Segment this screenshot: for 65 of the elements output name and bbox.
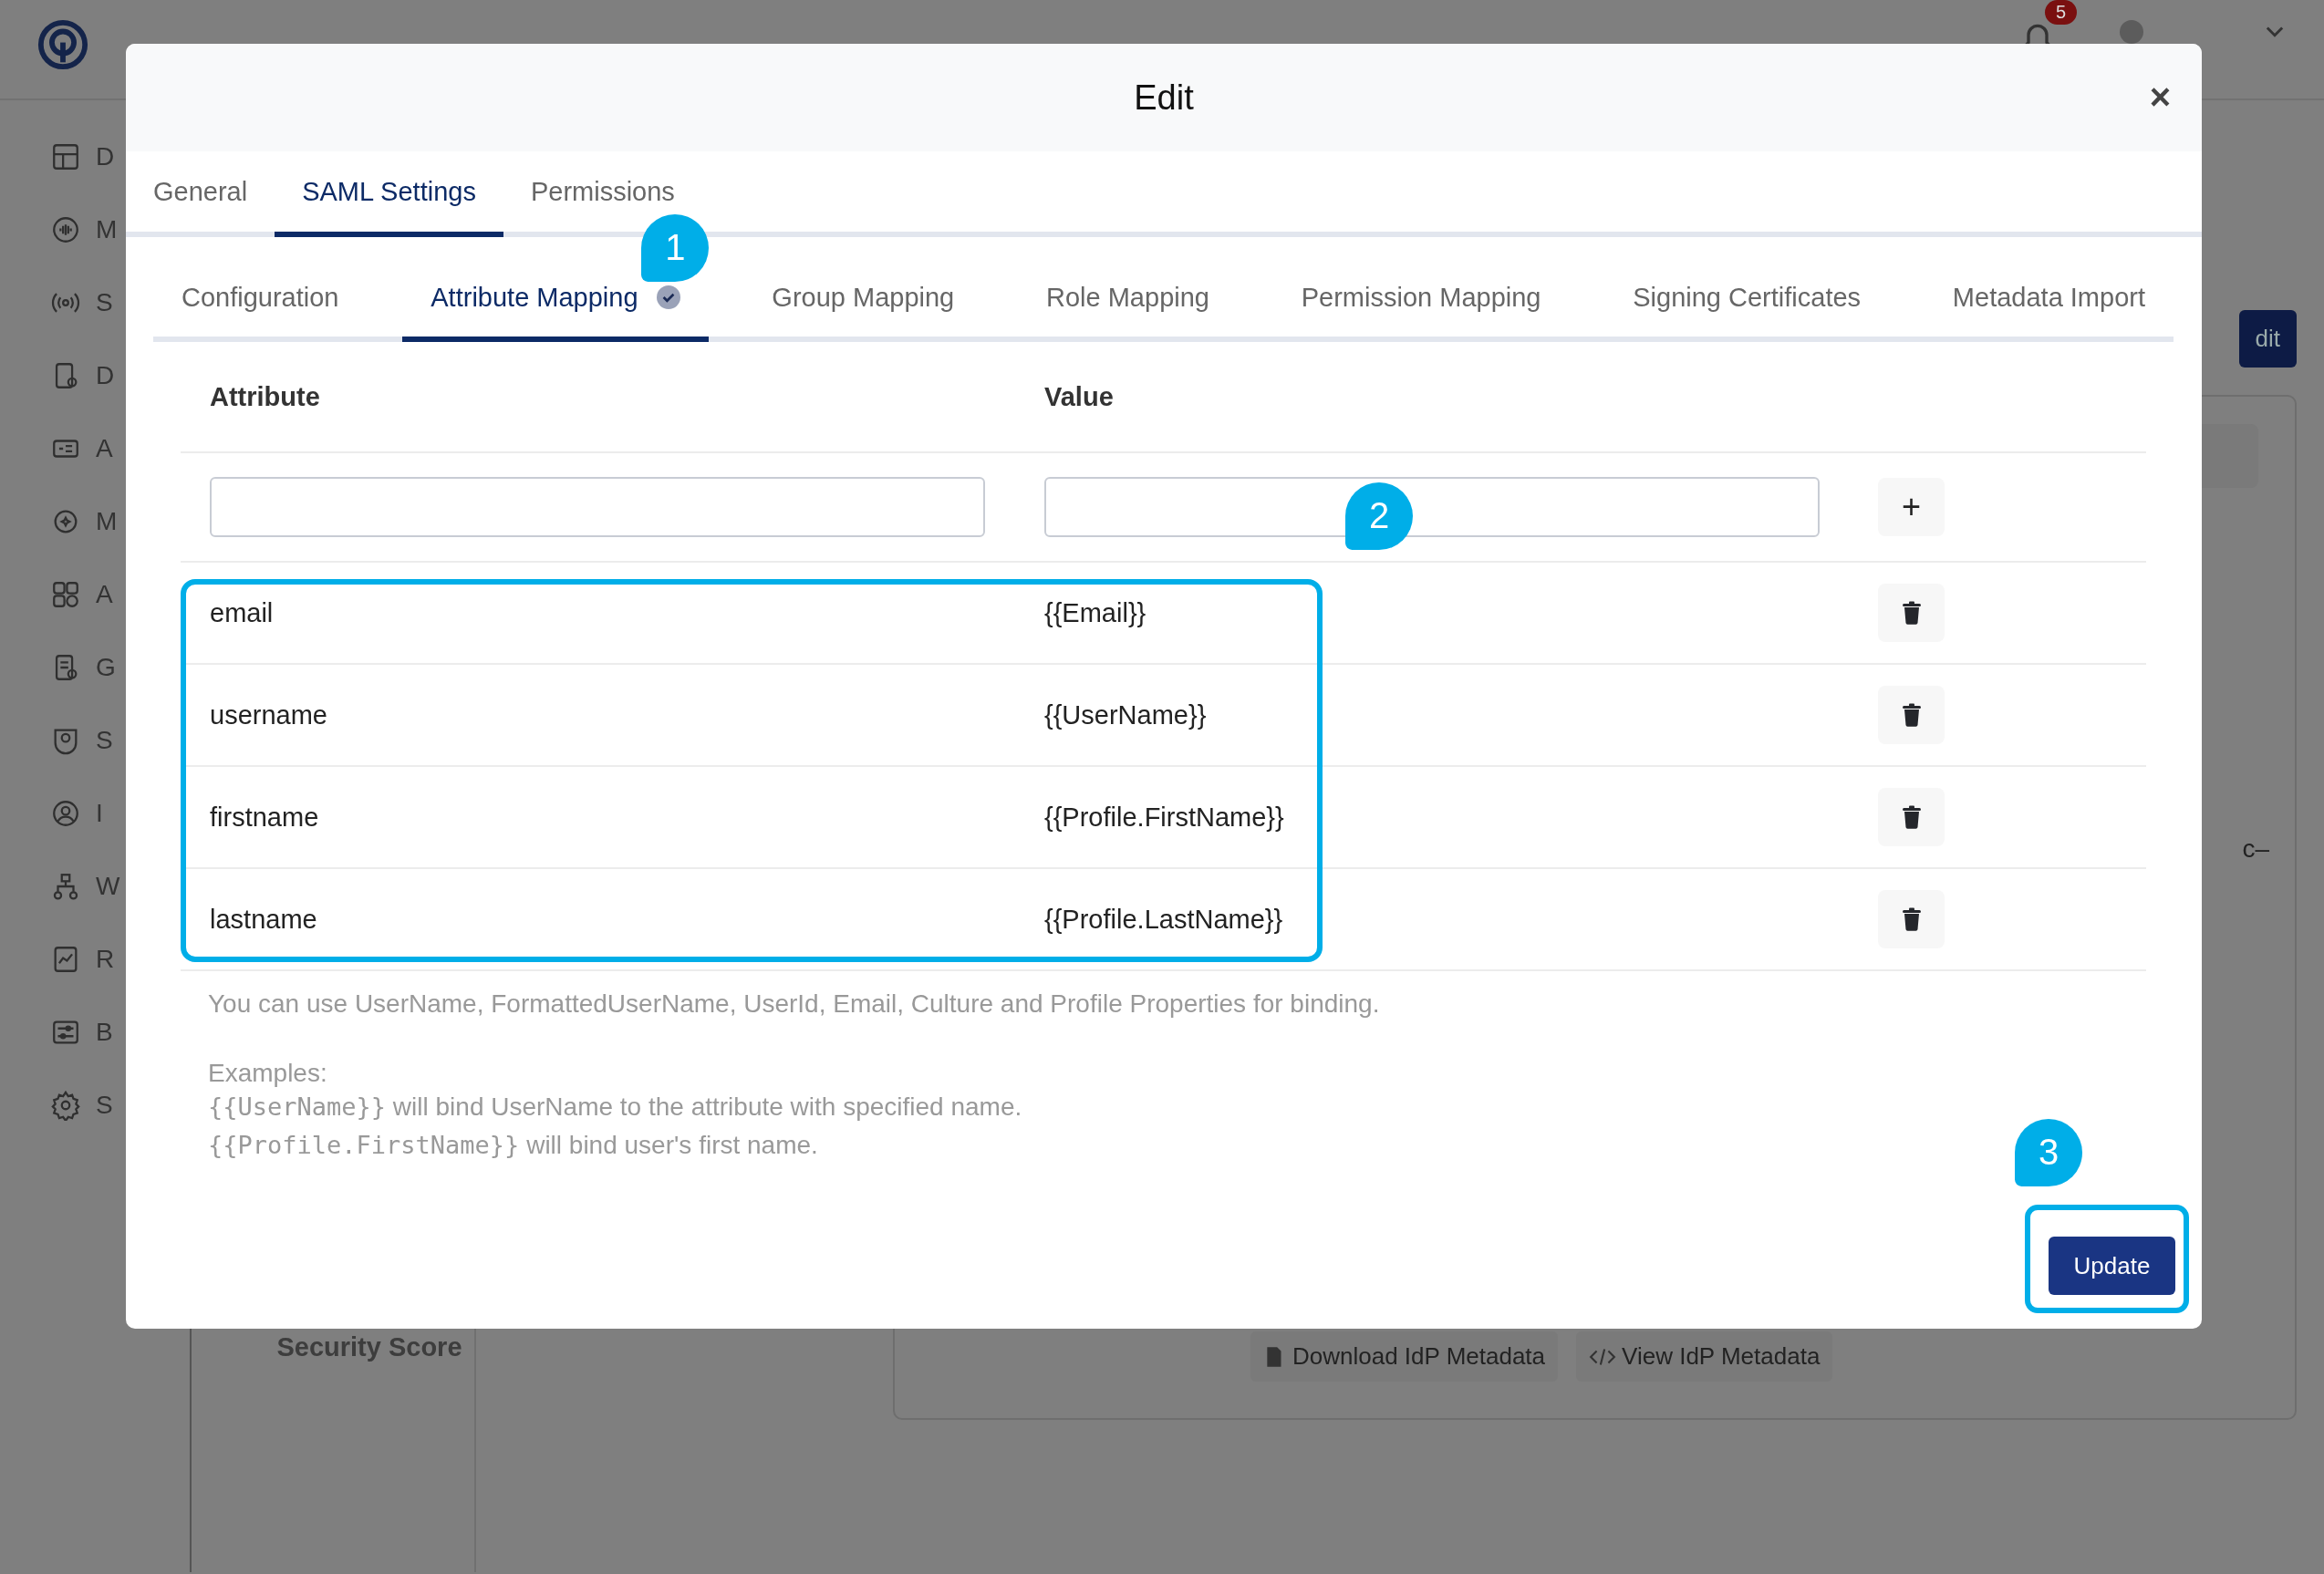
example-text: {{UserName}} will bind UserName to the attribute with specified name. (208, 1092, 1022, 1123)
add-button[interactable]: + (1878, 478, 1945, 536)
download-metadata-button[interactable]: Download IdP Metadata (1250, 1331, 1559, 1382)
trash-icon (1901, 703, 1922, 727)
subtab[interactable]: Permission Mapping (1301, 282, 1541, 313)
subtab[interactable]: Attribute Mapping (431, 282, 638, 313)
table-cell-text: {{Profile.LastName}} (1044, 904, 1284, 935)
callout-marker: 1 (641, 214, 710, 282)
table-cell-text: username (209, 699, 328, 730)
table-cell-text: {{Email}} (1044, 597, 1147, 628)
sidebar-label[interactable]: A (96, 580, 113, 609)
table-cell-text: firstname (209, 802, 320, 833)
sidebar-label[interactable]: R (96, 945, 115, 974)
tab[interactable]: SAML Settings (275, 151, 503, 237)
subtab[interactable]: Signing Certificates (1633, 282, 1862, 313)
edit-button[interactable]: dit (2238, 310, 2297, 368)
examples-label: Examples: (208, 1059, 328, 1088)
view-metadata-button[interactable]: View IdP Metadata (1576, 1331, 1833, 1382)
trash-icon (1901, 601, 1922, 625)
value-input[interactable] (1044, 477, 1820, 537)
example-text: {{Profile.FirstName}} will bind user's first name. (208, 1130, 818, 1161)
sidebar-label[interactable]: M (96, 215, 118, 244)
layout-icon[interactable] (50, 141, 81, 172)
delete-button[interactable] (1878, 788, 1945, 846)
column-header: Attribute (209, 381, 321, 412)
sidebar-label[interactable]: S (96, 288, 113, 317)
sidebar-label[interactable]: M (96, 507, 118, 536)
subtab[interactable]: Configuration (182, 282, 339, 313)
sidebar-label[interactable]: W (96, 872, 120, 901)
tab[interactable]: General (126, 151, 275, 237)
close-button[interactable]: × (2143, 78, 2176, 115)
column-header: Value (1044, 381, 1115, 412)
security-score-label: Security Score (276, 1332, 462, 1362)
sidebar-label[interactable]: B (96, 1018, 113, 1047)
sidebar-label[interactable]: G (96, 653, 116, 682)
subtab[interactable]: Role Mapping (1046, 282, 1209, 313)
callout-marker: 3 (2015, 1119, 2082, 1186)
sidebar-label[interactable]: D (96, 361, 115, 390)
waveform-icon[interactable] (50, 214, 81, 245)
delete-button[interactable] (1878, 584, 1945, 642)
subtab[interactable]: Metadata Import (1952, 282, 2145, 313)
delete-button[interactable] (1878, 890, 1945, 948)
table-cell-text: lastname (209, 904, 318, 935)
table-cell-text: email (209, 597, 275, 628)
dialog-title: Edit (1134, 78, 1194, 118)
help-text: You can use UserName, FormattedUserName, UserId, Email, Culture and Profile Properties for binding. (208, 989, 1381, 1019)
trash-icon (1901, 907, 1922, 931)
attribute-input[interactable] (210, 477, 985, 537)
table-cell-text: {{Profile.FirstName}} (1044, 802, 1285, 833)
delete-button[interactable] (1878, 686, 1945, 744)
sidebar-label[interactable]: S (96, 1091, 113, 1120)
update-button[interactable]: Update (2049, 1237, 2175, 1295)
grid-icon[interactable] (50, 579, 81, 610)
notification-badge: 5 (2045, 0, 2078, 25)
table-cell-text: {{UserName}} (1044, 699, 1208, 730)
subtab[interactable]: Group Mapping (772, 282, 955, 313)
logo-icon[interactable] (36, 18, 89, 71)
sidebar-label[interactable]: A (96, 434, 113, 463)
user-icon[interactable] (50, 798, 81, 829)
sidebar-label[interactable]: S (96, 726, 113, 755)
sidebar-label[interactable]: D (96, 142, 115, 171)
settings-icon[interactable] (50, 1090, 81, 1121)
card-text: c– (2242, 834, 2269, 864)
trash-icon (1901, 805, 1922, 829)
sidebar-label[interactable]: I (96, 799, 103, 828)
